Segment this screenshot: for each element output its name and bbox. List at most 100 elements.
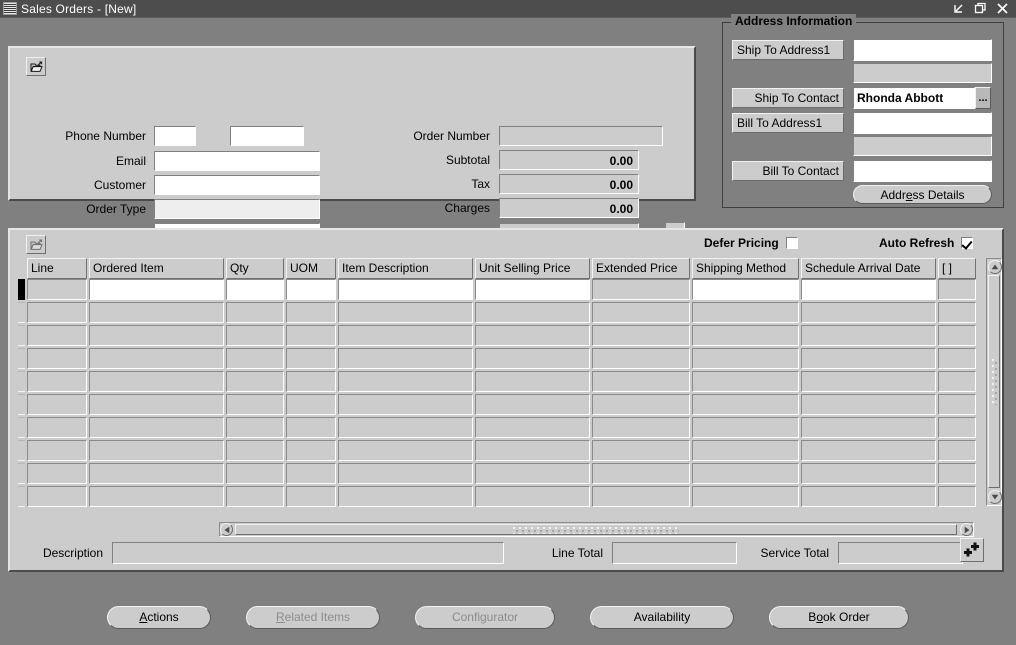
row-selector[interactable] [18, 348, 25, 369]
grid-horizontal-scrollbar-thumb[interactable] [235, 524, 957, 535]
grid-cell[interactable] [475, 417, 590, 438]
grid-cell[interactable] [475, 394, 590, 415]
row-selector[interactable] [18, 394, 25, 415]
grid-cell[interactable] [692, 486, 799, 507]
grid-cell[interactable] [226, 325, 284, 346]
grid-column-header[interactable]: Unit Selling Price [475, 258, 590, 279]
grid-cell[interactable] [692, 348, 799, 369]
header-open-folder-button[interactable] [26, 57, 46, 76]
grid-cell[interactable] [338, 348, 473, 369]
grid-cell[interactable] [475, 325, 590, 346]
phone-number-input[interactable] [154, 126, 196, 146]
grid-cell[interactable] [938, 348, 976, 369]
grid-cell[interactable] [226, 463, 284, 484]
address-details-button[interactable]: Address Details [853, 185, 992, 204]
grid-cell[interactable] [338, 394, 473, 415]
bill-to-address2-input[interactable] [853, 136, 992, 156]
table-row[interactable] [18, 279, 990, 302]
grid-cell[interactable] [89, 486, 224, 507]
defer-pricing-checkbox[interactable] [785, 237, 798, 249]
grid-cell[interactable] [692, 463, 799, 484]
ship-to-contact-input[interactable]: Rhonda Abbott [853, 87, 975, 109]
bill-to-address1-label[interactable]: Bill To Address1 [732, 113, 844, 133]
grid-cell[interactable] [938, 371, 976, 392]
description-input[interactable] [112, 542, 504, 564]
grid-cell[interactable] [938, 325, 976, 346]
grid-column-header[interactable]: Schedule Arrival Date [801, 258, 936, 279]
table-row[interactable] [18, 463, 990, 486]
grid-cell[interactable] [592, 394, 690, 415]
grid-column-header[interactable]: Line [27, 258, 87, 279]
row-selector[interactable] [18, 325, 25, 346]
grid-cell[interactable] [286, 279, 336, 300]
grid-cell[interactable] [27, 463, 87, 484]
grid-cell[interactable] [692, 417, 799, 438]
grid-cell[interactable] [89, 417, 224, 438]
grid-cell[interactable] [226, 417, 284, 438]
scroll-left-button[interactable] [220, 523, 233, 536]
grid-cell[interactable] [692, 440, 799, 461]
grid-cell[interactable] [338, 302, 473, 323]
grid-cell[interactable] [475, 463, 590, 484]
book-order-button[interactable]: Book Order [769, 605, 909, 629]
grid-cell[interactable] [89, 302, 224, 323]
grid-cell[interactable] [938, 417, 976, 438]
availability-button[interactable]: Availability [590, 605, 734, 629]
defer-pricing-control[interactable]: Defer Pricing [704, 236, 798, 250]
grid-cell[interactable] [801, 371, 936, 392]
row-selector[interactable] [18, 486, 25, 507]
grid-cell[interactable] [27, 371, 87, 392]
grid-cell[interactable] [592, 279, 690, 300]
grid-cell[interactable] [938, 440, 976, 461]
grid-cell[interactable] [938, 463, 976, 484]
grid-cell[interactable] [475, 440, 590, 461]
customer-input[interactable] [154, 175, 320, 195]
line-extras-button[interactable] [960, 538, 984, 562]
grid-cell[interactable] [286, 417, 336, 438]
bill-to-contact-label[interactable]: Bill To Contact [732, 161, 844, 181]
grid-cell[interactable] [27, 348, 87, 369]
grid-cell[interactable] [226, 279, 284, 300]
grid-cell[interactable] [592, 325, 690, 346]
phone-extension-input[interactable] [230, 126, 304, 146]
grid-cell[interactable] [89, 371, 224, 392]
table-row[interactable] [18, 302, 990, 325]
grid-column-header[interactable]: Item Description [338, 258, 473, 279]
grid-cell[interactable] [226, 302, 284, 323]
grid-cell[interactable] [89, 279, 224, 300]
scroll-up-button[interactable] [988, 260, 1002, 274]
ship-to-contact-label[interactable]: Ship To Contact [732, 88, 844, 108]
grid-cell[interactable] [286, 463, 336, 484]
grid-column-header[interactable]: UOM [286, 258, 336, 279]
grid-cell[interactable] [592, 417, 690, 438]
grid-cell[interactable] [338, 486, 473, 507]
grid-cell[interactable] [801, 302, 936, 323]
grid-cell[interactable] [27, 417, 87, 438]
auto-refresh-checkbox[interactable] [961, 237, 974, 249]
grid-cell[interactable] [27, 394, 87, 415]
grid-cell[interactable] [226, 486, 284, 507]
ship-to-contact-lov-button[interactable]: ... [975, 87, 991, 109]
grid-cell[interactable] [286, 440, 336, 461]
grid-cell[interactable] [475, 348, 590, 369]
grid-cell[interactable] [226, 394, 284, 415]
grid-cell[interactable] [592, 486, 690, 507]
bill-to-address1-input[interactable] [853, 112, 992, 134]
lines-open-folder-button[interactable] [26, 235, 46, 254]
grid-cell[interactable] [692, 394, 799, 415]
grid-cell[interactable] [338, 325, 473, 346]
grid-cell[interactable] [801, 440, 936, 461]
grid-cell[interactable] [226, 440, 284, 461]
grid-cell[interactable] [286, 371, 336, 392]
table-row[interactable] [18, 394, 990, 417]
table-row[interactable] [18, 486, 990, 509]
grid-cell[interactable] [801, 417, 936, 438]
grid-cell[interactable] [286, 325, 336, 346]
bill-to-contact-input[interactable] [853, 160, 992, 182]
grid-cell[interactable] [27, 440, 87, 461]
grid-cell[interactable] [475, 486, 590, 507]
row-selector[interactable] [18, 371, 25, 392]
grid-cell[interactable] [592, 348, 690, 369]
grid-column-header[interactable]: Ordered Item [89, 258, 224, 279]
minimize-button[interactable] [952, 2, 965, 15]
